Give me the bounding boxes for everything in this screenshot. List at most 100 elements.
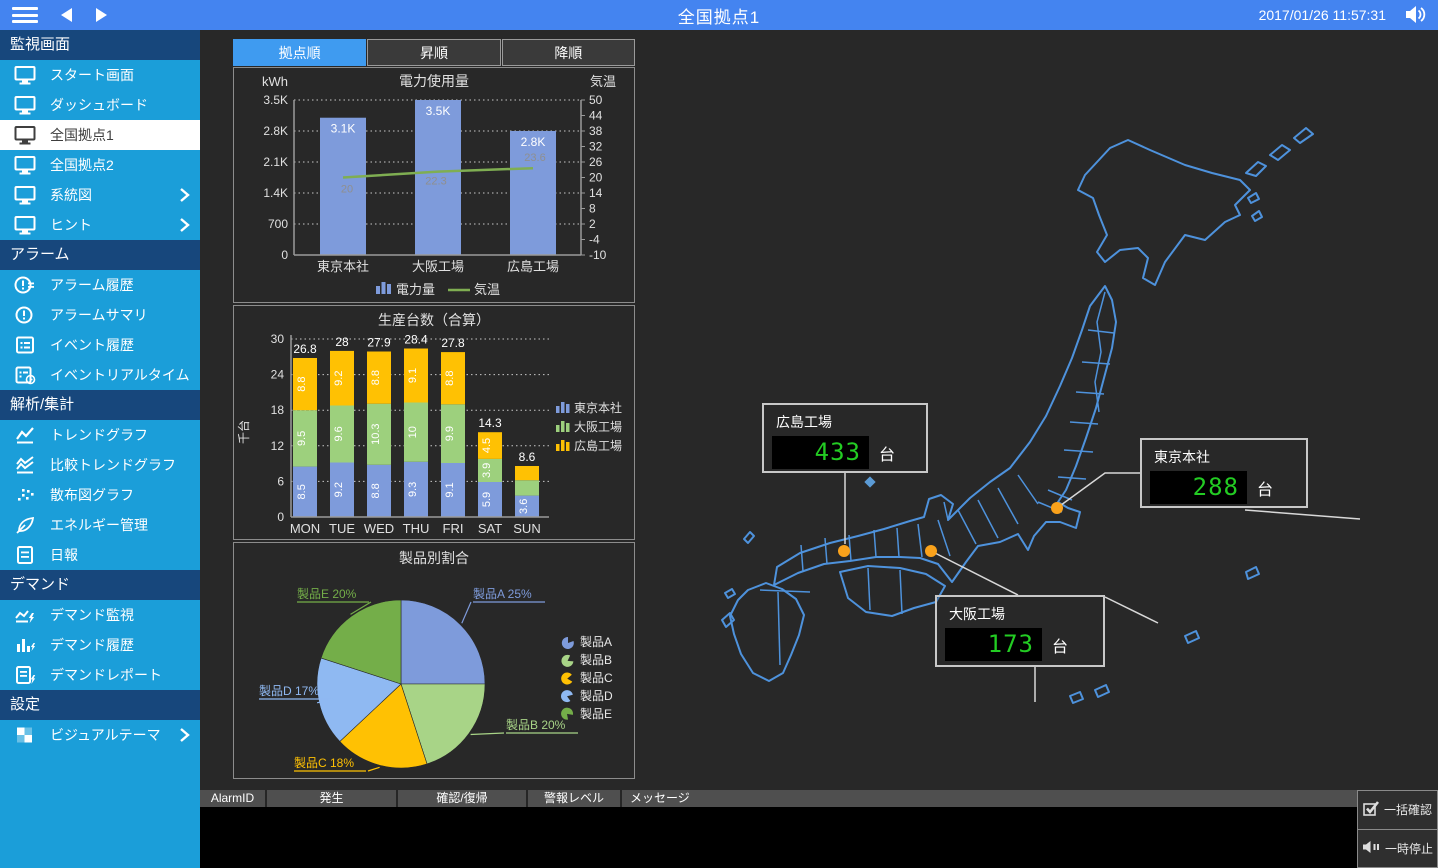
map-pin-icon	[864, 476, 875, 487]
svg-text:44: 44	[589, 109, 603, 123]
sidebar-item-label: ヒント	[50, 215, 92, 235]
chevron-right-icon	[179, 727, 190, 746]
svg-text:24: 24	[271, 368, 285, 382]
sidebar-item-national-site-2[interactable]: 全国拠点2	[0, 150, 200, 180]
site-marker[interactable]	[838, 545, 850, 557]
svg-text:700: 700	[268, 217, 288, 231]
svg-text:26: 26	[589, 155, 603, 169]
svg-text:SUN: SUN	[513, 521, 540, 536]
svg-text:THU: THU	[403, 521, 430, 536]
svg-text:製品E 20%: 製品E 20%	[297, 587, 357, 601]
sidebar-item-label: デマンド履歴	[50, 635, 134, 655]
svg-text:WED: WED	[364, 521, 394, 536]
sidebar-item-dashboard[interactable]: ダッシュボード	[0, 90, 200, 120]
svg-text:23.6: 23.6	[524, 152, 545, 164]
sidebar-item-label: エネルギー管理	[50, 515, 148, 535]
svg-text:30: 30	[271, 332, 285, 346]
svg-text:9.5: 9.5	[296, 431, 308, 446]
sidebar-item-label: アラームサマリ	[50, 305, 148, 325]
sidebar-item-national-site-1[interactable]: 全国拠点1	[0, 120, 200, 150]
svg-text:10: 10	[407, 426, 419, 438]
power-chart-legend: 電力量 気温	[376, 282, 500, 297]
tab-descending[interactable]: 降順	[502, 39, 635, 66]
svg-text:9.1: 9.1	[444, 482, 456, 497]
sidebar-item-compare-trend-graph[interactable]: 比較トレンドグラフ	[0, 450, 200, 480]
alarm-column-header: AlarmID	[200, 790, 267, 807]
power-usage-chart: 電力使用量kWh気温3.5K2.8K2.1K1.4K70005044383226…	[234, 68, 634, 302]
production-bar-segment	[515, 466, 539, 480]
svg-text:TUE: TUE	[329, 521, 355, 536]
pie-legend-item: 製品A	[562, 635, 612, 649]
alarm-history-icon	[13, 275, 37, 295]
main-content: 拠点順昇順降順 電力使用量kWh気温3.5K2.8K2.1K1.4K700050…	[200, 30, 1438, 868]
svg-text:20: 20	[341, 184, 353, 196]
sidebar-item-system-diagram[interactable]: 系統図	[0, 180, 200, 210]
pie-legend-item: 製品D	[560, 689, 613, 704]
tab-ascending[interactable]: 昇順	[367, 39, 500, 66]
svg-text:-10: -10	[589, 248, 607, 262]
sidebar-item-daily-report[interactable]: 日報	[0, 540, 200, 570]
sidebar-item-trend-graph[interactable]: トレンドグラフ	[0, 420, 200, 450]
sidebar-item-start-screen[interactable]: スタート画面	[0, 60, 200, 90]
tab-by-site[interactable]: 拠点順	[233, 39, 366, 66]
svg-text:9.1: 9.1	[407, 368, 419, 383]
unit-label: 台	[879, 441, 895, 465]
svg-text:27.8: 27.8	[441, 336, 465, 350]
svg-text:3.5K: 3.5K	[263, 93, 288, 107]
svg-text:3.5K: 3.5K	[426, 104, 451, 118]
svg-text:SAT: SAT	[478, 521, 502, 536]
svg-text:10.3: 10.3	[370, 423, 382, 444]
svg-text:6: 6	[277, 474, 284, 488]
site-marker[interactable]	[925, 545, 937, 557]
sidebar-item-label: トレンドグラフ	[50, 425, 148, 445]
svg-text:千台: 千台	[236, 420, 251, 444]
page-title: 全国拠点1	[0, 3, 1438, 28]
svg-text:製品B 20%: 製品B 20%	[506, 718, 566, 732]
svg-text:32: 32	[589, 140, 603, 154]
sidebar-item-label: 比較トレンドグラフ	[50, 455, 176, 475]
monitor-icon	[13, 155, 37, 175]
sidebar-item-demand-history[interactable]: デマンド履歴	[0, 630, 200, 660]
svg-text:5.9: 5.9	[481, 492, 493, 507]
sidebar-item-label: 全国拠点2	[50, 155, 114, 175]
sidebar-item-demand-report[interactable]: デマンドレポート	[0, 660, 200, 690]
sidebar-item-alarm-summary[interactable]: アラームサマリ	[0, 300, 200, 330]
svg-text:8.8: 8.8	[370, 483, 382, 498]
sidebar-item-label: 散布図グラフ	[50, 485, 134, 505]
sidebar-item-scatter-graph[interactable]: 散布図グラフ	[0, 480, 200, 510]
sidebar-item-alarm-history[interactable]: アラーム履歴	[0, 270, 200, 300]
button-label: 一括確認	[1384, 801, 1432, 818]
sidebar-item-label: アラーム履歴	[50, 275, 134, 295]
site-marker[interactable]	[1051, 502, 1063, 514]
monitor-icon	[13, 185, 37, 205]
sidebar-section-analysis: 解析/集計	[0, 390, 200, 420]
sidebar-item-event-history[interactable]: イベント履歴	[0, 330, 200, 360]
pause-button[interactable]: 一時停止	[1357, 830, 1438, 868]
power-bar	[510, 131, 556, 255]
sidebar-item-label: 日報	[50, 545, 78, 565]
chevron-right-icon	[179, 187, 190, 206]
sidebar-item-hint[interactable]: ヒント	[0, 210, 200, 240]
svg-text:生産台数（合算）: 生産台数（合算）	[378, 312, 490, 328]
svg-text:0: 0	[277, 510, 284, 524]
svg-text:8.8: 8.8	[296, 376, 308, 391]
svg-text:2.8K: 2.8K	[263, 124, 288, 138]
svg-text:電力量: 電力量	[396, 282, 435, 297]
top-bar: 全国拠点1 2017/01/26 11:57:31	[0, 0, 1438, 30]
speaker-icon[interactable]	[1405, 5, 1426, 29]
sidebar-item-label: イベント履歴	[50, 335, 134, 355]
svg-text:2.1K: 2.1K	[263, 155, 288, 169]
pie-legend-item: 製品E	[560, 707, 612, 721]
svg-text:製品別割合: 製品別割合	[399, 550, 469, 566]
sidebar-item-demand-monitor[interactable]: デマンド監視	[0, 600, 200, 630]
svg-text:製品C 18%: 製品C 18%	[294, 756, 354, 770]
daily-report-icon	[13, 545, 37, 565]
ack-all-button[interactable]: 一括確認	[1357, 790, 1438, 830]
sidebar-item-energy-management[interactable]: エネルギー管理	[0, 510, 200, 540]
sidebar-item-event-realtime[interactable]: イベントリアルタイム	[0, 360, 200, 390]
sidebar-item-visual-theme[interactable]: ビジュアルテーマ	[0, 720, 200, 750]
svg-text:3.6: 3.6	[518, 499, 530, 514]
svg-text:8.6: 8.6	[519, 450, 536, 464]
svg-text:1.4K: 1.4K	[263, 186, 288, 200]
demand-report-icon	[13, 665, 37, 685]
